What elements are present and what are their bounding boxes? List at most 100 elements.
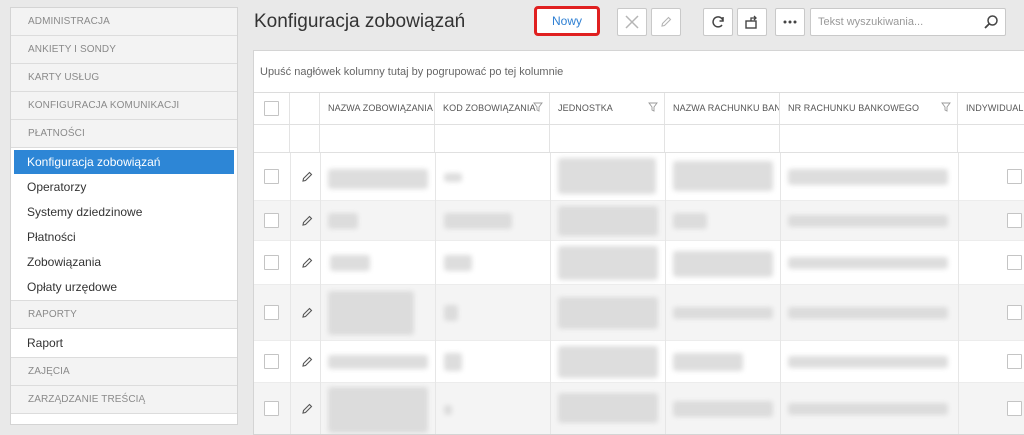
redacted-cell <box>444 213 512 229</box>
sidebar-item-label: Systemy dziedzinowe <box>27 204 143 219</box>
row-flag-checkbox[interactable] <box>1007 255 1022 270</box>
sidebar-section-raporty[interactable]: RAPORTY <box>11 301 237 329</box>
column-divider <box>958 153 959 434</box>
row-flag-checkbox[interactable] <box>1007 213 1022 228</box>
export-icon <box>745 15 757 29</box>
filter-cell[interactable] <box>665 125 780 152</box>
column-header-label: JEDNOSTKA <box>558 103 613 113</box>
sidebar-item-oplaty-urzedowe[interactable]: Opłaty urzędowe <box>11 274 237 301</box>
redacted-cell <box>444 305 458 321</box>
redacted-cell <box>330 255 370 271</box>
redacted-cell <box>444 353 462 371</box>
filter-cell[interactable] <box>780 125 958 152</box>
sidebar-item-konfiguracja-zobowiazan[interactable]: Konfiguracja zobowiązań <box>14 150 234 174</box>
delete-button[interactable] <box>617 8 647 36</box>
sidebar-item-operatorzy[interactable]: Operatorzy <box>11 174 237 199</box>
column-header-label: NAZWA ZOBOWIĄZANIA <box>328 103 433 113</box>
sidebar-section-karty-uslug[interactable]: KARTY USŁUG <box>11 64 237 92</box>
filter-cell[interactable] <box>435 125 550 152</box>
column-divider <box>320 153 321 434</box>
row-checkbox[interactable] <box>264 305 279 320</box>
data-grid: Upuść nagłówek kolumny tutaj by pogrupow… <box>253 50 1024 435</box>
more-button[interactable] <box>775 8 805 36</box>
sidebar-item-platnosci[interactable]: Płatności <box>11 224 237 249</box>
redacted-cell <box>673 251 773 277</box>
group-panel-text: Upuść nagłówek kolumny tutaj by pogrupow… <box>260 65 564 78</box>
sidebar-item-label: Płatności <box>27 229 76 244</box>
row-flag-checkbox[interactable] <box>1007 169 1022 184</box>
pencil-icon[interactable] <box>301 306 314 319</box>
pencil-icon[interactable] <box>301 170 314 183</box>
sidebar-section-label: ANKIETY I SONDY <box>28 44 117 55</box>
table-row[interactable] <box>254 201 1024 241</box>
sidebar-section-label: ADMINISTRACJA <box>28 16 110 27</box>
row-flag-checkbox[interactable] <box>1007 305 1022 320</box>
redacted-cell <box>788 307 948 319</box>
sidebar-item-raport[interactable]: Raport <box>11 329 237 358</box>
column-divider <box>290 153 291 434</box>
pencil-icon[interactable] <box>301 214 314 227</box>
filter-icon[interactable] <box>648 102 658 112</box>
pencil-icon[interactable] <box>301 355 314 368</box>
group-panel[interactable]: Upuść nagłówek kolumny tutaj by pogrupow… <box>254 51 1024 93</box>
redacted-cell <box>328 355 428 369</box>
column-header-jednostka[interactable]: JEDNOSTKA <box>550 93 665 124</box>
filter-icon[interactable] <box>941 102 951 112</box>
sidebar-item-label: Konfiguracja zobowiązań <box>27 155 161 169</box>
table-row[interactable] <box>254 153 1024 201</box>
select-all-checkbox[interactable] <box>264 101 279 116</box>
page-title: Konfiguracja zobowiązań <box>254 11 466 32</box>
row-checkbox[interactable] <box>264 354 279 369</box>
column-header-kod-zobowiazania[interactable]: KOD ZOBOWIĄZANIA <box>435 93 550 124</box>
sidebar-item-systemy-dziedzinowe[interactable]: Systemy dziedzinowe <box>11 199 237 224</box>
redacted-cell <box>558 206 658 236</box>
sidebar-section-label: ZARZĄDZANIE TREŚCIĄ <box>28 394 146 405</box>
sidebar-section-zarzadzanie-trescia[interactable]: ZARZĄDZANIE TREŚCIĄ <box>11 386 237 414</box>
more-icon <box>783 20 797 24</box>
redacted-cell <box>558 297 658 329</box>
search-input[interactable] <box>811 9 971 35</box>
filter-cell[interactable] <box>550 125 665 152</box>
sidebar-section-konfiguracja-komunikacji[interactable]: KONFIGURACJA KOMUNIKACJI <box>11 92 237 120</box>
row-checkbox[interactable] <box>264 401 279 416</box>
table-row[interactable] <box>254 383 1024 434</box>
column-header-nazwa-rachunku[interactable]: NAZWA RACHUNKU BANKOWEGO <box>665 93 780 124</box>
column-header-nazwa-zobowiazania[interactable]: NAZWA ZOBOWIĄZANIA <box>320 93 435 124</box>
edit-button[interactable] <box>651 8 681 36</box>
pencil-icon[interactable] <box>301 256 314 269</box>
filter-cell[interactable] <box>320 125 435 152</box>
filter-icon[interactable] <box>533 102 543 112</box>
sidebar-section-ankiety[interactable]: ANKIETY I SONDY <box>11 36 237 64</box>
column-divider <box>780 153 781 434</box>
column-header-nr-rachunku[interactable]: NR RACHUNKU BANKOWEGO <box>780 93 958 124</box>
redacted-cell <box>673 401 773 417</box>
row-flag-checkbox[interactable] <box>1007 354 1022 369</box>
sidebar-section-label: KONFIGURACJA KOMUNIKACJI <box>28 100 180 111</box>
row-checkbox[interactable] <box>264 213 279 228</box>
select-all-cell <box>254 93 290 124</box>
table-row[interactable] <box>254 285 1024 341</box>
redacted-cell <box>328 213 358 229</box>
search-icon[interactable] <box>983 14 999 35</box>
sidebar-section-administracja[interactable]: ADMINISTRACJA <box>11 8 237 36</box>
column-header-indywidualny[interactable]: INDYWIDUALNY <box>958 93 1024 124</box>
sidebar-section-platnosci[interactable]: PŁATNOŚCI <box>11 120 237 148</box>
refresh-button[interactable] <box>703 8 733 36</box>
redacted-cell <box>444 255 472 271</box>
pencil-icon[interactable] <box>301 402 314 415</box>
new-button[interactable]: Nowy <box>534 6 600 36</box>
table-row[interactable] <box>254 241 1024 285</box>
sidebar-item-label: Operatorzy <box>27 179 87 194</box>
column-divider <box>550 153 551 434</box>
sidebar-section-label: KARTY USŁUG <box>28 72 100 83</box>
row-flag-checkbox[interactable] <box>1007 401 1022 416</box>
row-checkbox[interactable] <box>264 255 279 270</box>
row-checkbox[interactable] <box>264 169 279 184</box>
table-row[interactable] <box>254 341 1024 383</box>
export-button[interactable] <box>737 8 767 36</box>
sidebar-section-zajecia[interactable]: ZAJĘCIA <box>11 358 237 386</box>
redacted-cell <box>328 291 414 335</box>
sidebar-item-zobowiazania[interactable]: Zobowiązania <box>11 249 237 274</box>
grid-header-row: NAZWA ZOBOWIĄZANIA KOD ZOBOWIĄZANIA JEDN… <box>254 93 1024 125</box>
column-header-label: NAZWA RACHUNKU BANKOWEGO <box>673 103 779 113</box>
